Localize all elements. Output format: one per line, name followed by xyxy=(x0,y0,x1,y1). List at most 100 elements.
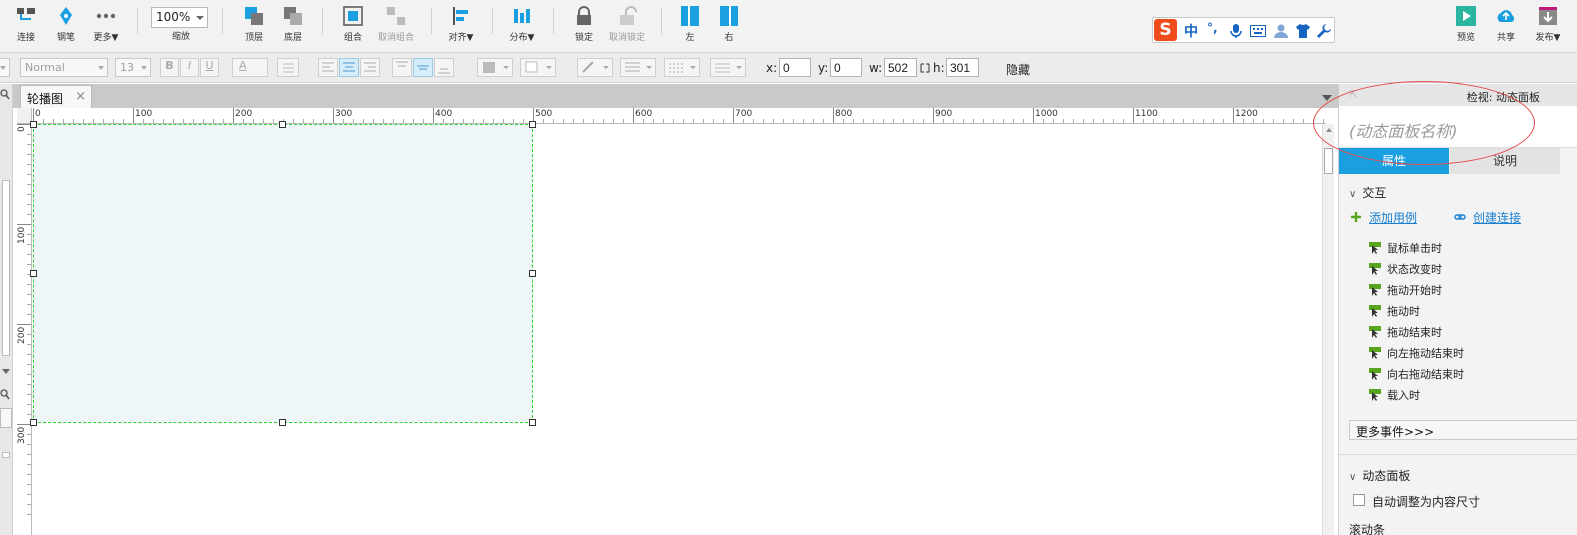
valign-bottom-button[interactable] xyxy=(434,58,454,77)
search-icon[interactable] xyxy=(0,89,10,101)
resize-handle-sw[interactable] xyxy=(30,419,37,426)
font-size-value: 13 xyxy=(120,61,134,74)
send-to-back-button[interactable]: 底层 xyxy=(277,3,309,49)
line-style-icon xyxy=(669,63,696,73)
bold-button[interactable]: B xyxy=(160,58,179,77)
font-color-button[interactable]: A xyxy=(232,58,268,77)
horizontal-ruler[interactable]: 0 100 200 300 400 500 600 700 800 900 1000 1100 1200… xyxy=(32,108,1326,124)
share-button[interactable]: 共享 xyxy=(1490,3,1522,49)
line-color-button[interactable] xyxy=(577,58,613,77)
align-text-center-icon xyxy=(343,62,355,72)
section-interaction-header[interactable]: ∨ 交互 xyxy=(1349,184,1386,201)
keyboard-icon[interactable] xyxy=(1250,25,1266,37)
event-item[interactable]: 鼠标单击时 xyxy=(1369,240,1442,258)
ruler-minor-tick xyxy=(683,119,684,123)
punctuation-toggle[interactable]: °, xyxy=(1207,21,1218,35)
right-panel-toggle[interactable]: 右 xyxy=(713,3,745,49)
height-input[interactable] xyxy=(946,58,979,77)
resize-handle-s[interactable] xyxy=(279,419,286,426)
create-link-link[interactable]: 创建连接 xyxy=(1473,209,1521,226)
chinese-mode-toggle[interactable]: 中 xyxy=(1184,21,1198,41)
left-scrollbar[interactable] xyxy=(2,180,10,356)
resize-handle-e[interactable] xyxy=(529,270,536,277)
auto-fit-checkbox[interactable] xyxy=(1353,494,1365,506)
ruler-minor-tick xyxy=(27,344,31,345)
section-dynamic-panel-header[interactable]: ∨ 动态面板 xyxy=(1349,467,1410,484)
line-style-button[interactable] xyxy=(664,58,700,77)
x-position-input[interactable] xyxy=(779,58,811,77)
close-icon[interactable]: × xyxy=(75,89,86,104)
valign-top-button[interactable] xyxy=(392,58,412,77)
resize-handle-se[interactable] xyxy=(529,419,536,426)
dynamic-panel-widget[interactable] xyxy=(33,124,533,423)
resize-handle-nw[interactable] xyxy=(30,121,37,128)
valign-middle-button[interactable] xyxy=(413,58,433,77)
arrow-style-button[interactable] xyxy=(710,58,746,77)
aspect-lock-icon[interactable] xyxy=(920,63,930,73)
event-item[interactable]: 拖动开始时 xyxy=(1369,282,1442,300)
chevron-down-icon[interactable] xyxy=(1,368,11,376)
event-item[interactable]: 向右拖动结束时 xyxy=(1369,366,1464,384)
y-position-input[interactable] xyxy=(830,58,862,77)
tab-carousel-page[interactable]: 轮播图 × xyxy=(20,85,92,108)
distribute-button[interactable]: 分布▼ xyxy=(506,3,538,49)
toolbar-divider xyxy=(137,8,138,34)
shadow-button[interactable] xyxy=(520,58,556,77)
align-text-center-button[interactable] xyxy=(339,58,359,77)
zoom-select[interactable]: 100% xyxy=(151,7,208,28)
connect-button[interactable]: 连接 xyxy=(10,3,42,49)
ungroup-button[interactable]: 取消组合 xyxy=(374,3,418,49)
partial-dropdown[interactable] xyxy=(0,58,10,77)
search-icon[interactable] xyxy=(0,389,10,401)
link-icon[interactable] xyxy=(1454,212,1466,222)
fill-color-button[interactable] xyxy=(477,58,513,77)
ruler-label: 200 xyxy=(235,109,253,119)
event-item[interactable]: 向左拖动结束时 xyxy=(1369,345,1464,363)
italic-button[interactable]: I xyxy=(180,58,199,77)
resize-handle-n[interactable] xyxy=(279,121,286,128)
font-style-select[interactable]: Normal xyxy=(20,58,108,77)
align-button[interactable]: 对齐▼ xyxy=(445,3,477,49)
wrench-icon[interactable] xyxy=(1316,23,1332,39)
more-button[interactable]: 更多▼ xyxy=(88,3,124,49)
ime-toolbar[interactable]: S 中 °, xyxy=(1152,17,1335,43)
add-case-link[interactable]: 添加用例 xyxy=(1369,209,1417,226)
event-item[interactable]: 状态改变时 xyxy=(1369,261,1442,279)
unlock-button[interactable]: 取消锁定 xyxy=(605,3,649,49)
design-canvas[interactable] xyxy=(30,121,1320,535)
canvas-vertical-scrollbar[interactable] xyxy=(1322,124,1334,535)
event-label: 拖动时 xyxy=(1387,305,1420,318)
event-item[interactable]: 拖动结束时 xyxy=(1369,324,1442,342)
vertical-ruler[interactable]: 0 100 200 300 xyxy=(17,124,32,535)
user-icon[interactable] xyxy=(1273,23,1289,39)
line-width-button[interactable] xyxy=(620,58,656,77)
plus-icon[interactable] xyxy=(1351,212,1361,222)
left-scroll-thumb[interactable] xyxy=(2,452,10,458)
bullet-list-button[interactable] xyxy=(277,58,299,77)
ruler-minor-tick xyxy=(1153,119,1154,123)
width-input[interactable] xyxy=(884,58,917,77)
align-text-left-button[interactable] xyxy=(318,58,338,77)
event-item[interactable]: 载入时 xyxy=(1369,387,1420,405)
publish-button[interactable]: 发布▼ xyxy=(1530,3,1566,49)
skin-shirt-icon[interactable] xyxy=(1295,23,1311,39)
left-panel-toggle[interactable]: 左 xyxy=(674,3,706,49)
group-button[interactable]: 组合 xyxy=(337,3,369,49)
left-dropdown[interactable] xyxy=(0,408,12,428)
scrollbar-thumb[interactable] xyxy=(1324,148,1333,174)
chevron-down-icon xyxy=(141,66,147,70)
pen-button[interactable]: 钢笔 xyxy=(50,3,82,49)
underline-button[interactable]: U xyxy=(200,58,219,77)
event-item[interactable]: 拖动时 xyxy=(1369,303,1420,321)
toolbar-divider xyxy=(322,8,323,34)
ruler-minor-tick xyxy=(403,119,404,123)
resize-handle-ne[interactable] xyxy=(529,121,536,128)
more-events-button[interactable]: 更多事件>>> xyxy=(1349,420,1577,440)
align-text-right-button[interactable] xyxy=(360,58,380,77)
font-size-select[interactable]: 13 xyxy=(115,58,151,77)
preview-button[interactable]: 预览 xyxy=(1450,3,1482,49)
bring-to-front-button[interactable]: 顶层 xyxy=(238,3,270,49)
lock-button[interactable]: 锁定 xyxy=(568,3,600,49)
resize-handle-w[interactable] xyxy=(30,270,37,277)
microphone-icon[interactable] xyxy=(1230,23,1242,39)
